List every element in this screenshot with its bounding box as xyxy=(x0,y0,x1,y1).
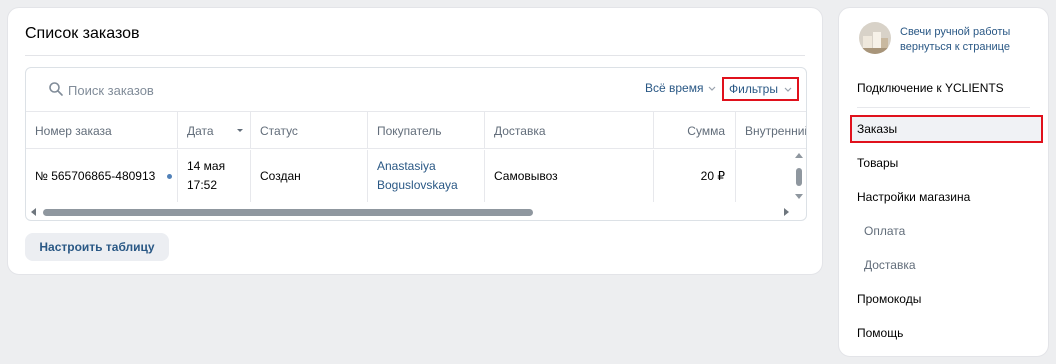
buyer-last-name: Boguslovskaya xyxy=(377,178,458,192)
column-label: Номер заказа xyxy=(35,123,112,138)
status-cell: Создан xyxy=(251,150,368,202)
sort-down-icon xyxy=(236,129,243,132)
column-label: Покупатель xyxy=(377,123,442,138)
vertical-scrollbar[interactable] xyxy=(792,150,806,202)
column-label: Сумма xyxy=(687,123,725,138)
order-status: Создан xyxy=(260,168,301,183)
buyer-first-name: Anastasiya xyxy=(377,159,436,173)
time-filter-label: Всё время xyxy=(645,81,704,95)
column-header-date[interactable]: Дата xyxy=(178,112,251,149)
date-cell: 14 мая 17:52 xyxy=(178,150,251,202)
orders-card: Список заказов Всё время Фильтры Номер з… xyxy=(7,7,823,275)
column-header-internal[interactable]: Внутренний xyxy=(736,112,807,149)
order-number-cell: № 565706865-480913 xyxy=(26,150,178,202)
chevron-down-icon xyxy=(784,87,792,92)
sidebar-item-shop-settings[interactable]: Настройки магазина xyxy=(857,190,970,204)
scroll-thumb xyxy=(43,209,533,216)
sidebar-item-payment[interactable]: Оплата xyxy=(864,224,905,238)
page-title: Список заказов xyxy=(25,25,140,42)
column-header-buyer[interactable]: Покупатель xyxy=(368,112,485,149)
orders-table: Всё время Фильтры Номер заказа Дата Стат… xyxy=(25,67,807,221)
back-to-page-link[interactable]: вернуться к странице xyxy=(900,41,1010,53)
filters-label: Фильтры xyxy=(729,82,778,96)
column-header-status[interactable]: Статус xyxy=(251,112,368,149)
sidebar-item-delivery[interactable]: Доставка xyxy=(864,258,916,272)
order-sum: 20 ₽ xyxy=(700,168,725,183)
table-toolbar: Всё время Фильтры xyxy=(26,68,806,112)
order-number: № 565706865-480913 xyxy=(35,168,156,183)
buyer-link[interactable]: Anastasiya Boguslovskaya xyxy=(377,157,458,195)
column-label: Дата xyxy=(187,123,214,138)
title-divider xyxy=(25,55,805,56)
buyer-cell: Anastasiya Boguslovskaya xyxy=(368,150,485,202)
chevron-down-icon xyxy=(709,86,716,91)
search-icon xyxy=(49,82,63,96)
sidebar-item-products[interactable]: Товары xyxy=(857,156,898,170)
horizontal-scrollbar[interactable] xyxy=(26,204,807,220)
sidebar: Свечи ручной работы вернуться к странице… xyxy=(838,7,1049,357)
scroll-thumb xyxy=(796,168,802,186)
column-label: Статус xyxy=(260,123,298,138)
sidebar-divider xyxy=(857,107,1030,108)
column-label: Внутренний xyxy=(745,123,807,138)
shop-name-link[interactable]: Свечи ручной работы xyxy=(900,26,1010,38)
delivery-cell: Самовывоз xyxy=(485,150,654,202)
table-header: Номер заказа Дата Статус Покупатель Дост… xyxy=(26,112,807,149)
configure-table-button[interactable]: Настроить таблицу xyxy=(25,233,169,261)
order-date: 14 мая xyxy=(187,159,226,173)
column-header-delivery[interactable]: Доставка xyxy=(485,112,654,149)
sidebar-item-orders[interactable]: Заказы xyxy=(857,122,897,136)
table-row[interactable]: № 565706865-480913 14 мая 17:52 Создан A… xyxy=(26,150,806,202)
scroll-up-icon xyxy=(795,153,803,158)
sidebar-item-help[interactable]: Помощь xyxy=(857,326,903,340)
sidebar-item-yclients[interactable]: Подключение к YCLIENTS xyxy=(857,81,1004,95)
scroll-down-icon xyxy=(795,194,803,199)
scroll-left-icon xyxy=(31,208,36,216)
shop-avatar[interactable] xyxy=(859,22,891,54)
search-input[interactable] xyxy=(68,78,368,102)
sum-cell: 20 ₽ xyxy=(654,150,736,202)
time-filter-dropdown[interactable]: Всё время xyxy=(645,81,716,95)
filters-button[interactable]: Фильтры xyxy=(722,77,799,101)
column-label: Доставка xyxy=(494,123,546,138)
column-header-order-number[interactable]: Номер заказа xyxy=(26,112,178,149)
column-header-sum[interactable]: Сумма xyxy=(654,112,736,149)
candle-image-icon xyxy=(859,22,891,54)
order-time: 17:52 xyxy=(187,178,218,192)
unread-dot-icon xyxy=(167,173,173,179)
delivery-method: Самовывоз xyxy=(494,168,558,183)
sidebar-item-promocodes[interactable]: Промокоды xyxy=(857,292,921,306)
scroll-right-icon xyxy=(784,208,789,216)
